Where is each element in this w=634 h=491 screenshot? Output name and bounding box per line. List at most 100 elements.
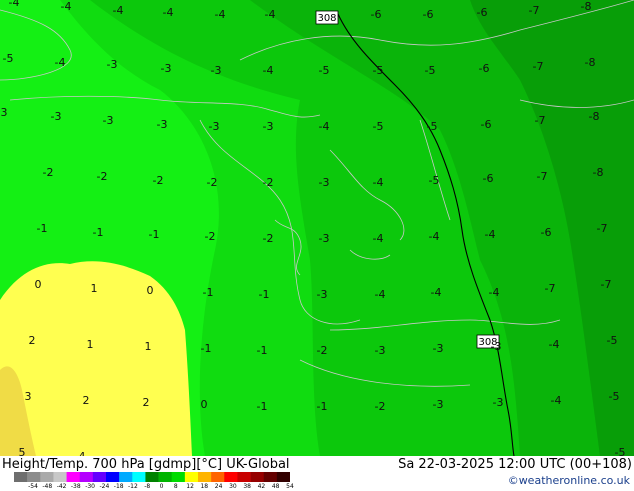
color-scale-segment (211, 472, 225, 482)
contour-label: 1 (91, 282, 98, 295)
contour-label: -3 (493, 396, 504, 409)
contour-label: -4 (163, 6, 174, 19)
contour-label: -4 (215, 8, 226, 21)
contour-label: -7 (537, 170, 548, 183)
contour-label: -4 (489, 286, 500, 299)
contour-label: 0 (147, 284, 154, 297)
contour-label: -3 (319, 232, 330, 245)
contour-label: 2 (29, 334, 36, 347)
color-scale-tick: 48 (271, 483, 280, 490)
contour-label: -3 (157, 118, 168, 131)
color-scale-tick: -38 (70, 483, 81, 490)
color-scale-tick: -48 (42, 483, 53, 490)
color-scale-segment (171, 472, 186, 482)
contour-label: -1 (37, 222, 48, 235)
contour-label: -3 (263, 120, 274, 133)
contour-label: -4 (549, 338, 560, 351)
contour-label: -2 (153, 174, 164, 187)
contour-label: 5 (19, 446, 26, 456)
contour-label: -5 (429, 174, 440, 187)
contour-label: -4 (551, 394, 562, 407)
contour-label: -6 (481, 118, 492, 131)
contour-label: -6 (423, 8, 434, 21)
color-scale-tick: -18 (113, 483, 124, 490)
contour-label: -4 (55, 56, 66, 69)
color-scale-tick: 30 (229, 483, 237, 490)
contour-label: -5 (373, 120, 384, 133)
contour-label: -1 (201, 342, 212, 355)
contour-label: -7 (533, 60, 544, 73)
contour-label: -5 (615, 446, 626, 456)
color-scale-tick: 24 (214, 483, 223, 490)
contour-label: -7 (535, 114, 546, 127)
contour-label: -2 (375, 400, 386, 413)
credit-link[interactable]: ©weatheronline.co.uk (508, 474, 630, 487)
contour-label: -2 (207, 176, 218, 189)
contour-label: -4 (265, 8, 276, 21)
color-scale-segment (27, 472, 41, 482)
contour-label: -2 (263, 176, 274, 189)
color-scale-tick: -42 (56, 483, 67, 490)
contour-label: -3 (107, 58, 118, 71)
contour-label: -1 (257, 400, 268, 413)
contour-label: -6 (483, 172, 494, 185)
contour-label: -6 (541, 226, 552, 239)
contour-label: -2 (263, 232, 274, 245)
contour-label: -4 (319, 120, 330, 133)
contour-label: -3 (433, 398, 444, 411)
contour-label: -1 (93, 226, 104, 239)
contour-label: -8 (585, 56, 596, 69)
contour-label: -3 (317, 288, 328, 301)
contour-label: -4 (61, 0, 72, 13)
contour-label: -4 (485, 228, 496, 241)
contour-label: 2 (83, 394, 90, 407)
contour-label: -4 (373, 232, 384, 245)
color-scale-segment (145, 472, 159, 482)
contour-label: -7 (597, 222, 608, 235)
contour-label: -3 (491, 340, 502, 353)
contour-label: -7 (529, 4, 540, 17)
contour-label: -3 (211, 64, 222, 77)
color-scale-segment (92, 472, 107, 482)
color-scale-segment (40, 472, 54, 482)
contour-label: -2 (317, 344, 328, 357)
contour-label: -8 (589, 110, 600, 123)
color-scale-tick: 12 (186, 483, 194, 490)
contour-label: -6 (371, 8, 382, 21)
contour-label: -3 (319, 176, 330, 189)
contour-label: -1 (317, 400, 328, 413)
contour-label: -4 (373, 176, 384, 189)
contour-label: -4 (429, 230, 440, 243)
color-scale-segment (14, 472, 28, 482)
color-scale-tick: 38 (243, 483, 252, 490)
contour-label: -3 (161, 62, 172, 75)
color-scale-segment (263, 472, 278, 482)
color-scale-tick: 42 (257, 483, 266, 490)
route-shield-label: 308 (317, 13, 336, 24)
color-scale-tick: 18 (200, 483, 209, 490)
color-scale-segment (53, 472, 67, 482)
contour-label: -1 (149, 228, 160, 241)
contour-label: -1 (259, 288, 270, 301)
contour-label: -5 (609, 390, 620, 403)
color-scale-segment (198, 472, 212, 482)
color-scale-segment (66, 472, 81, 482)
contour-label: 0 (201, 398, 208, 411)
contour-label: -6 (477, 6, 488, 19)
contour-label: -4 (431, 286, 442, 299)
contour-label: -5 (607, 334, 618, 347)
color-scale-tick: -30 (85, 483, 95, 490)
color-scale-tick: -24 (99, 483, 110, 490)
color-scale-segment (237, 472, 251, 482)
contour-label: -4 (9, 0, 20, 9)
contour-label: -2 (43, 166, 54, 179)
contour-label: -5 (427, 120, 438, 133)
color-scale-tick: -12 (127, 483, 138, 490)
contour-label: -3 (103, 114, 114, 127)
contour-label: -5 (373, 64, 384, 77)
contour-label: -7 (545, 282, 556, 295)
map-title: Height/Temp. 700 hPa [gdmp][°C] UK-Globa… (2, 457, 290, 472)
contour-label: -6 (479, 62, 490, 75)
contour-label: -5 (3, 52, 14, 65)
contour-label: -3 (375, 344, 386, 357)
